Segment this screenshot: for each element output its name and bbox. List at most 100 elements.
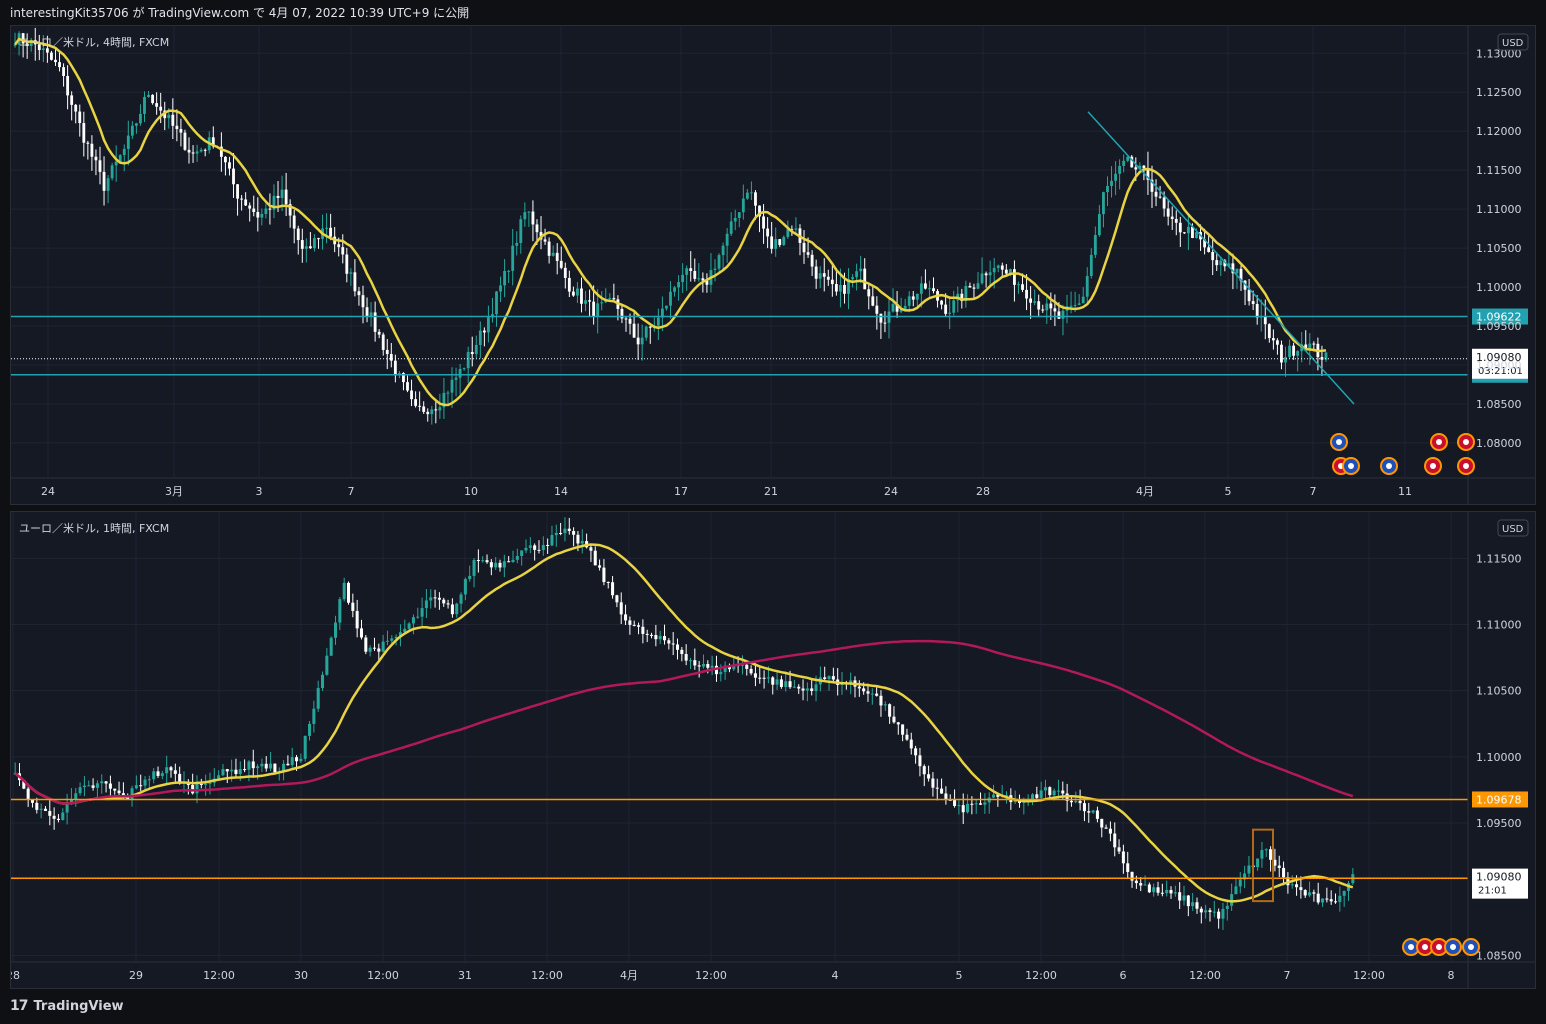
candle-body (866, 691, 870, 694)
candle-body (688, 660, 693, 662)
candle-body (472, 560, 476, 576)
time-axis-tick: 17 (674, 485, 688, 498)
chart-panel-4h[interactable]: 1.096221.088751.0908003:21:011.130001.12… (10, 25, 1536, 505)
candle-body (801, 688, 805, 691)
candle-body (701, 664, 705, 667)
time-axis-tick: 31 (458, 969, 472, 982)
candle-body (296, 228, 300, 241)
candle-body (338, 599, 342, 623)
candle-body (240, 198, 244, 200)
candle-body (806, 252, 810, 255)
candle-body (78, 111, 82, 124)
candle-body (932, 288, 935, 292)
price-axis-tick: 1.09500 (1476, 320, 1522, 333)
candle-body (1329, 899, 1333, 902)
candle-body (1195, 902, 1199, 909)
candle-body (1295, 884, 1299, 888)
candle-body (839, 284, 842, 292)
candle-body (230, 769, 234, 772)
candle-body (1166, 208, 1170, 217)
price-axis-tick: 1.10000 (1476, 281, 1522, 294)
candle-body (94, 156, 98, 161)
candle-body (843, 284, 846, 294)
candle-body (851, 277, 854, 280)
candle-body (537, 549, 541, 551)
candle-body (871, 296, 875, 306)
candle-body (681, 274, 685, 283)
candle-body (685, 268, 689, 275)
candle-body (1100, 818, 1104, 828)
price-axis-tick: 1.11500 (1476, 164, 1522, 177)
candle-body (684, 654, 688, 661)
candle-body (555, 252, 559, 261)
price-axis-tick: 1.10000 (1476, 751, 1522, 764)
eu-event-icon (1444, 938, 1462, 956)
candle-body (1110, 180, 1113, 187)
candle-body (377, 331, 381, 335)
candle-body (879, 313, 883, 323)
candle-body (156, 771, 160, 776)
candle-body (1073, 304, 1077, 306)
candle-body (143, 779, 147, 786)
candle-body (1284, 357, 1287, 363)
candle-body (1156, 887, 1160, 893)
candle-body (224, 156, 227, 163)
candle-body (87, 785, 91, 787)
candle-body (373, 312, 377, 332)
candle-body (325, 655, 329, 675)
candle-body (677, 282, 681, 288)
candle-body (1037, 301, 1041, 310)
candle-body (1234, 886, 1238, 895)
candle-body (550, 535, 554, 546)
candle-body (1152, 887, 1156, 893)
countdown-label: 21:01 (1478, 886, 1507, 897)
candle-body (923, 283, 927, 289)
candle-body (381, 641, 385, 652)
candle-body (228, 162, 231, 169)
candle-body (365, 307, 369, 317)
candle-body (992, 267, 996, 273)
candle-body (195, 783, 199, 794)
candle-body (640, 337, 644, 345)
candle-body (559, 532, 563, 534)
candle-body (855, 271, 859, 278)
candle-body (286, 763, 290, 766)
candle-body (361, 295, 365, 308)
candle-body (1045, 303, 1049, 311)
candle-body (520, 550, 524, 556)
eu-event-icon (1462, 938, 1480, 956)
candle-body (381, 334, 385, 350)
candle-body (775, 679, 779, 685)
price-axis-tick: 1.09500 (1476, 817, 1522, 830)
candle-body (1114, 173, 1117, 181)
time-axis-tick: 7 (1310, 485, 1317, 498)
candle-body (580, 288, 583, 304)
time-axis-tick: 12:00 (367, 969, 399, 982)
candle-body (1089, 254, 1093, 277)
time-axis-tick: 10 (464, 485, 478, 498)
chart-panel-1h[interactable]: 1.096781.090831.0908021:011.115001.11000… (10, 511, 1536, 989)
candle-body (1160, 892, 1164, 894)
candle-body (1277, 865, 1281, 868)
candle-body (1276, 340, 1279, 345)
candle-body (325, 227, 328, 229)
price-axis-tick: 1.12500 (1476, 86, 1522, 99)
footer-brand[interactable]: 17 TradingView (10, 996, 124, 1016)
candle-body (236, 184, 239, 199)
candle-body (602, 567, 606, 582)
candle-body (922, 766, 926, 775)
candle-body (355, 610, 359, 629)
candle-body (905, 734, 909, 740)
price-axis-tick: 1.10500 (1476, 685, 1522, 698)
candle-body (749, 668, 753, 674)
candle-body (204, 783, 208, 785)
candle-body (802, 242, 806, 253)
candle-body (628, 620, 632, 625)
candlestick-chart-4h[interactable]: 1.096221.088751.0908003:21:011.130001.12… (11, 26, 1536, 505)
candle-body (665, 305, 668, 309)
candlestick-chart-1h[interactable]: 1.096781.090831.0908021:011.115001.11000… (11, 512, 1536, 989)
candle-body (693, 270, 697, 279)
candle-body (1174, 218, 1178, 223)
currency-label: USD (1502, 38, 1524, 49)
candle-body (766, 228, 770, 237)
